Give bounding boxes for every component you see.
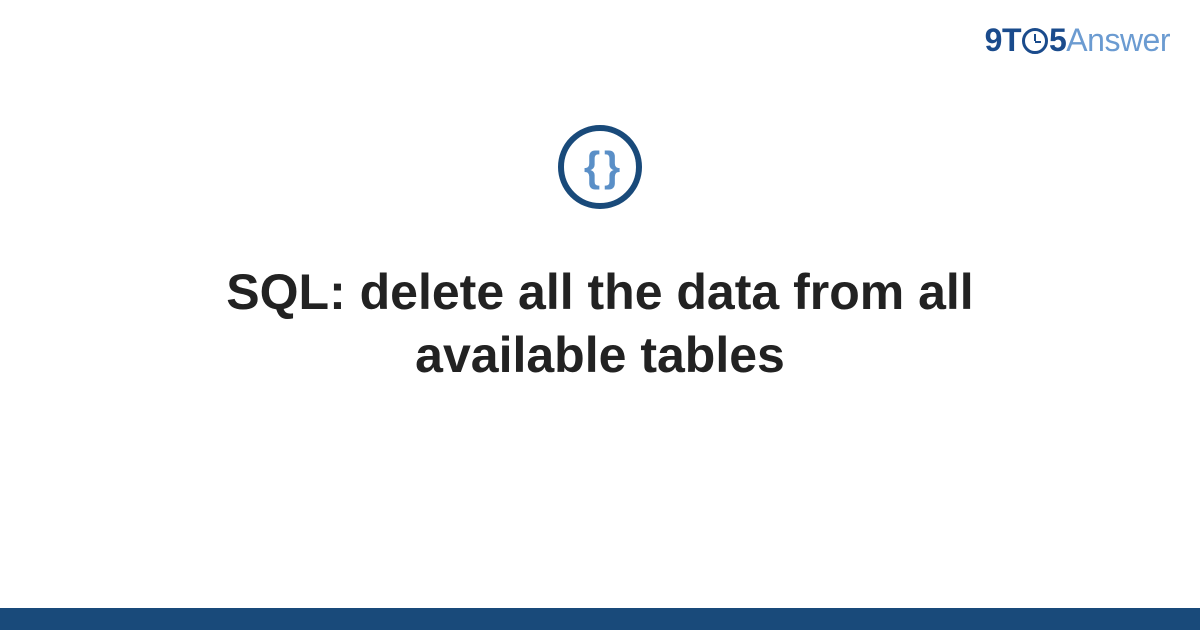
page-title: SQL: delete all the data from all availa… <box>120 261 1080 386</box>
logo-text-9t: 9T <box>985 22 1021 59</box>
code-braces-icon: { } <box>558 125 642 209</box>
main-content: { } SQL: delete all the data from all av… <box>0 125 1200 386</box>
logo-text-5: 5 <box>1049 22 1066 59</box>
logo-text-answer: Answer <box>1066 22 1170 59</box>
brand-logo: 9T 5 Answer <box>985 22 1170 59</box>
braces-symbol: { } <box>584 146 616 188</box>
clock-icon <box>1022 28 1048 54</box>
footer-accent-bar <box>0 608 1200 630</box>
